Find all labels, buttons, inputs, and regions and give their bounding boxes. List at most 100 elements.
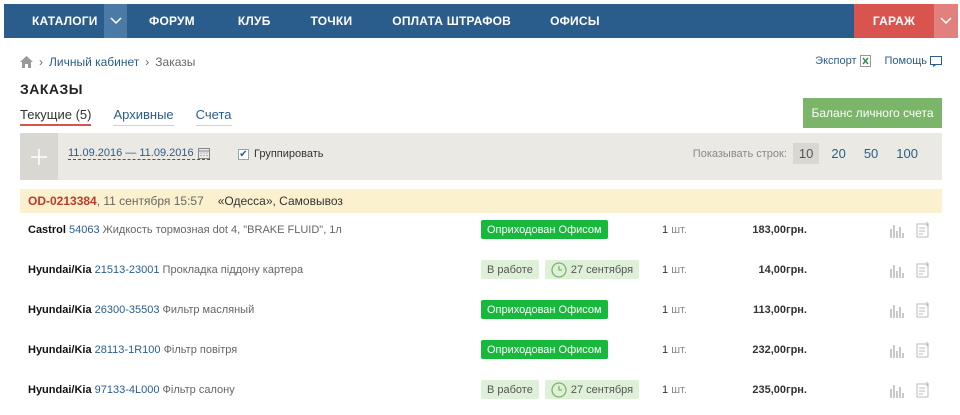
product-name: Жидкость тормозная dot 4, "BRAKE FLUID",…: [102, 224, 342, 236]
status-group: В работе 27 сентября: [481, 380, 640, 399]
nav-offices[interactable]: ОФИСЫ: [550, 4, 600, 38]
nav-forum[interactable]: ФОРУМ: [149, 4, 195, 38]
quantity-unit: шт.: [671, 224, 687, 236]
export-link[interactable]: Экспорт: [815, 55, 871, 67]
home-icon[interactable]: [20, 56, 33, 68]
help-link[interactable]: Помощь: [885, 55, 942, 67]
chevron-down-icon: [109, 17, 122, 25]
status-badge: В работе: [481, 380, 539, 399]
rows-option-50[interactable]: 50: [858, 143, 884, 164]
quantity-value: 1: [662, 224, 669, 236]
product-code-link[interactable]: 54063: [69, 224, 100, 236]
rows-option-10[interactable]: 10: [792, 143, 820, 164]
product-name: Фільтр салону: [162, 384, 235, 396]
product-code-link[interactable]: 97133-4L000: [95, 384, 160, 396]
eta-badge: 27 сентября: [544, 260, 640, 279]
page-title: ЗАКАЗЫ: [20, 81, 84, 97]
group-toggle[interactable]: ✔ Группировать: [238, 148, 324, 160]
status-group: Оприходован Офисом: [481, 220, 608, 239]
quantity-unit: шт.: [671, 344, 687, 356]
order-delivery: «Одесса», Самовывоз: [217, 194, 343, 208]
product-brand: Hyundai/Kia: [28, 304, 92, 316]
order-item-row: Hyundai/Kia 28113-1R100 Фільтр повітря Оп…: [20, 334, 942, 374]
product-info: Hyundai/Kia 28113-1R100 Фільтр повітря: [28, 344, 237, 356]
bar-chart-icon[interactable]: [890, 342, 904, 358]
quantity-value: 1: [662, 344, 669, 356]
nav-points[interactable]: ТОЧКИ: [311, 4, 353, 38]
quantity: 1 шт.: [662, 264, 687, 276]
quantity: 1 шт.: [662, 224, 687, 236]
add-note-icon[interactable]: [916, 262, 930, 278]
order-id[interactable]: OD-0213384: [28, 194, 97, 208]
eta-date: 27 сентября: [570, 383, 634, 396]
add-note-icon[interactable]: [916, 382, 930, 398]
product-brand: Hyundai/Kia: [28, 384, 92, 396]
catalogs-dropdown-toggle[interactable]: [104, 4, 127, 38]
tab-current[interactable]: Текущие (5): [20, 107, 92, 126]
eta-badge: 27 сентября: [544, 380, 640, 399]
breadcrumb-separator: ›: [39, 55, 43, 69]
product-info: Hyundai/Kia 26300-35503 Фильтр масляный: [28, 304, 254, 316]
bar-chart-icon[interactable]: [890, 262, 904, 278]
price: 113,00грн.: [752, 304, 807, 316]
bar-chart-icon[interactable]: [890, 222, 904, 238]
quantity: 1 шт.: [662, 384, 687, 396]
order-date: , 11 сентября 15:57: [96, 194, 204, 208]
rows-option-100[interactable]: 100: [890, 143, 924, 164]
top-navigation: КАТАЛОГИ ФОРУМ КЛУБ ТОЧКИ ОПЛАТА ШТРАФОВ…: [4, 4, 958, 38]
excel-icon: [859, 55, 871, 67]
quantity-value: 1: [662, 264, 669, 276]
rows-option-20[interactable]: 20: [825, 143, 851, 164]
quantity-value: 1: [662, 384, 669, 396]
price: 183,00грн.: [752, 224, 807, 236]
chevron-down-icon: [940, 17, 952, 25]
bar-chart-icon[interactable]: [890, 302, 904, 318]
status-group: Оприходован Офисом: [481, 340, 608, 359]
date-range-picker[interactable]: 11.09.2016 — 11.09.2016: [68, 147, 210, 160]
quantity-unit: шт.: [671, 264, 687, 276]
breadcrumb-cabinet-link[interactable]: Личный кабинет: [49, 55, 139, 69]
status-badge: Оприходован Офисом: [481, 220, 608, 239]
product-name: Фільтр повітря: [163, 344, 238, 356]
quantity-unit: шт.: [671, 304, 687, 316]
add-note-icon[interactable]: [916, 222, 930, 238]
garage-dropdown-toggle[interactable]: [934, 4, 958, 38]
status-group: Оприходован Офисом: [481, 300, 608, 319]
row-actions: [890, 382, 930, 398]
nav-club[interactable]: КЛУБ: [238, 4, 271, 38]
group-checkbox[interactable]: ✔: [238, 148, 249, 160]
bar-chart-icon[interactable]: [890, 382, 904, 398]
rows-label: Показывать строк:: [692, 147, 787, 160]
nav-fines[interactable]: ОПЛАТА ШТРАФОВ: [392, 4, 511, 38]
product-info: Hyundai/Kia 97133-4L000 Фільтр салону: [28, 384, 235, 396]
nav-garage[interactable]: ГАРАЖ: [854, 4, 934, 38]
nav-catalogs[interactable]: КАТАЛОГИ: [4, 4, 104, 38]
clock-icon: [551, 381, 567, 398]
clock-icon: [551, 261, 567, 278]
product-code-link[interactable]: 21513-23001: [95, 264, 160, 276]
quantity-unit: шт.: [671, 384, 687, 396]
top-links: Экспорт Помощь: [815, 55, 942, 67]
price: 14,00грн.: [758, 264, 807, 276]
tab-invoices[interactable]: Счета: [195, 107, 232, 126]
status-badge: Оприходован Офисом: [481, 340, 608, 359]
price: 235,00грн.: [752, 384, 807, 396]
tab-archive[interactable]: Архивные: [113, 107, 174, 126]
order-tabs: Текущие (5) Архивные Счета: [20, 107, 232, 126]
rows-per-page: Показывать строк: 10 20 50 100: [693, 143, 924, 164]
add-note-icon[interactable]: [916, 342, 930, 358]
add-order-button[interactable]: [20, 133, 58, 180]
product-code-link[interactable]: 26300-35503: [95, 304, 160, 316]
quantity: 1 шт.: [662, 344, 687, 356]
status-badge: Оприходован Офисом: [481, 300, 608, 319]
breadcrumb-separator: ›: [145, 55, 150, 69]
balance-button[interactable]: Баланс личного счета: [803, 98, 942, 128]
quantity: 1 шт.: [662, 304, 687, 316]
add-note-icon[interactable]: [916, 302, 930, 318]
product-code-link[interactable]: 28113-1R100: [95, 344, 161, 356]
eta-date: 27 сентября: [570, 263, 634, 276]
product-brand: Hyundai/Kia: [28, 264, 92, 276]
plus-icon: [31, 148, 47, 165]
product-brand: Castrol: [28, 224, 66, 236]
product-name: Прокладка піддону картера: [162, 264, 304, 276]
